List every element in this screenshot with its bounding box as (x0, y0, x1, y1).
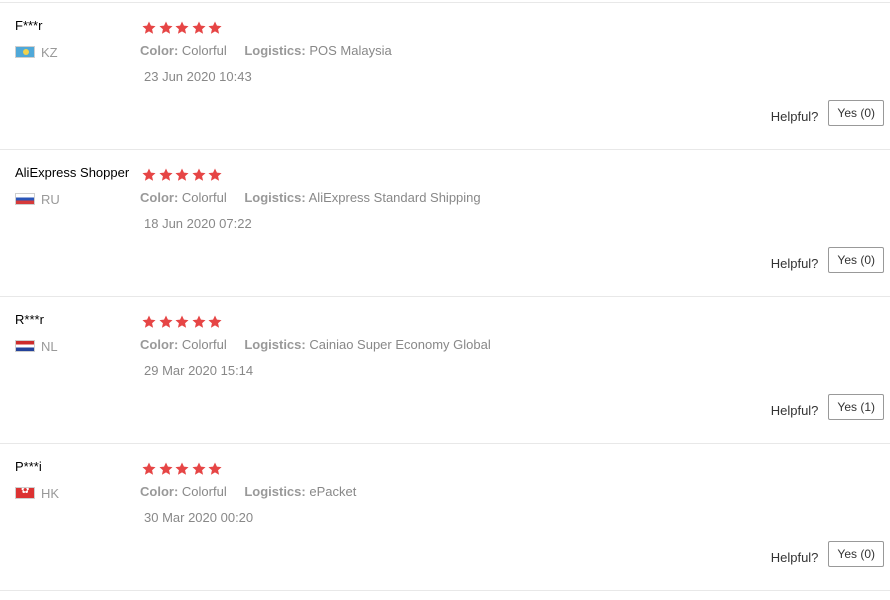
helpful-section: Helpful? Yes (1) (771, 394, 884, 420)
logistics-value: POS Malaysia (309, 43, 392, 58)
country-code: KZ (41, 44, 58, 60)
review-divider (0, 590, 890, 591)
review-attributes: Color: Colorful Logistics: POS Malaysia (140, 43, 392, 58)
color-label: Color: (140, 337, 179, 352)
star-icon (158, 314, 174, 330)
star-icon (191, 20, 207, 36)
logistics-value: AliExpress Standard Shipping (308, 190, 481, 205)
star-rating (141, 167, 224, 183)
reviewer-country: RU (15, 191, 60, 207)
star-icon (141, 461, 157, 477)
helpful-section: Helpful? Yes (0) (771, 100, 884, 126)
helpful-yes-button[interactable]: Yes (1) (828, 394, 884, 420)
star-rating (141, 461, 224, 477)
nl-flag-icon (15, 340, 35, 352)
star-icon (174, 20, 190, 36)
helpful-section: Helpful? Yes (0) (771, 247, 884, 273)
logistics-label: Logistics: (244, 484, 306, 499)
country-code: RU (41, 191, 60, 207)
kz-flag-icon (15, 46, 35, 58)
star-icon (141, 20, 157, 36)
helpful-yes-button[interactable]: Yes (0) (828, 100, 884, 126)
reviewer-name: P***i (15, 459, 42, 474)
color-label: Color: (140, 484, 179, 499)
review-attributes: Color: Colorful Logistics: AliExpress St… (140, 190, 481, 205)
star-icon (207, 20, 223, 36)
star-icon (158, 167, 174, 183)
star-icon (174, 167, 190, 183)
review-item: R***r NL Color: Colorful Logistics: Cain… (0, 297, 890, 444)
ru-flag-icon (15, 193, 35, 205)
star-icon (207, 167, 223, 183)
helpful-section: Helpful? Yes (0) (771, 541, 884, 567)
star-icon (191, 314, 207, 330)
star-rating (141, 20, 224, 36)
helpful-label: Helpful? (770, 108, 819, 124)
color-label: Color: (140, 190, 179, 205)
star-icon (141, 314, 157, 330)
logistics-value: Cainiao Super Economy Global (309, 337, 491, 352)
helpful-label: Helpful? (770, 402, 819, 418)
reviewer-name: F***r (15, 18, 43, 33)
helpful-yes-button[interactable]: Yes (0) (828, 247, 884, 273)
helpful-label: Helpful? (770, 255, 819, 271)
helpful-label: Helpful? (770, 549, 819, 565)
star-icon (174, 314, 190, 330)
review-date: 30 Mar 2020 00:20 (144, 510, 254, 525)
color-value: Colorful (181, 337, 227, 352)
star-icon (191, 167, 207, 183)
review-item: F***r KZ Color: Colorful Logistics: POS … (0, 3, 890, 150)
color-value: Colorful (181, 484, 227, 499)
logistics-value: ePacket (309, 484, 357, 499)
helpful-yes-button[interactable]: Yes (0) (828, 541, 884, 567)
star-icon (207, 314, 223, 330)
star-icon (174, 461, 190, 477)
review-attributes: Color: Colorful Logistics: ePacket (140, 484, 356, 499)
hk-flag-icon (15, 487, 35, 499)
star-rating (141, 314, 224, 330)
country-code: HK (41, 485, 60, 501)
reviewer-name: R***r (15, 312, 44, 327)
color-value: Colorful (181, 43, 227, 58)
reviewer-country: KZ (15, 44, 58, 60)
star-icon (158, 461, 174, 477)
reviewer-country: HK (15, 485, 59, 501)
logistics-label: Logistics: (244, 190, 306, 205)
review-attributes: Color: Colorful Logistics: Cainiao Super… (140, 337, 491, 352)
color-label: Color: (140, 43, 179, 58)
country-code: NL (41, 338, 58, 354)
review-date: 23 Jun 2020 10:43 (144, 69, 252, 84)
star-icon (191, 461, 207, 477)
star-icon (158, 20, 174, 36)
reviewer-country: NL (15, 338, 58, 354)
star-icon (141, 167, 157, 183)
review-date: 18 Jun 2020 07:22 (144, 216, 252, 231)
logistics-label: Logistics: (244, 337, 306, 352)
reviewer-name: AliExpress Shopper (15, 165, 130, 180)
review-item: P***i HK Color: Colorful Logistics: ePac… (0, 444, 890, 591)
color-value: Colorful (181, 190, 227, 205)
review-item: AliExpress Shopper RU Color: Colorful Lo… (0, 150, 890, 297)
logistics-label: Logistics: (244, 43, 306, 58)
star-icon (207, 461, 223, 477)
review-date: 29 Mar 2020 15:14 (144, 363, 254, 378)
